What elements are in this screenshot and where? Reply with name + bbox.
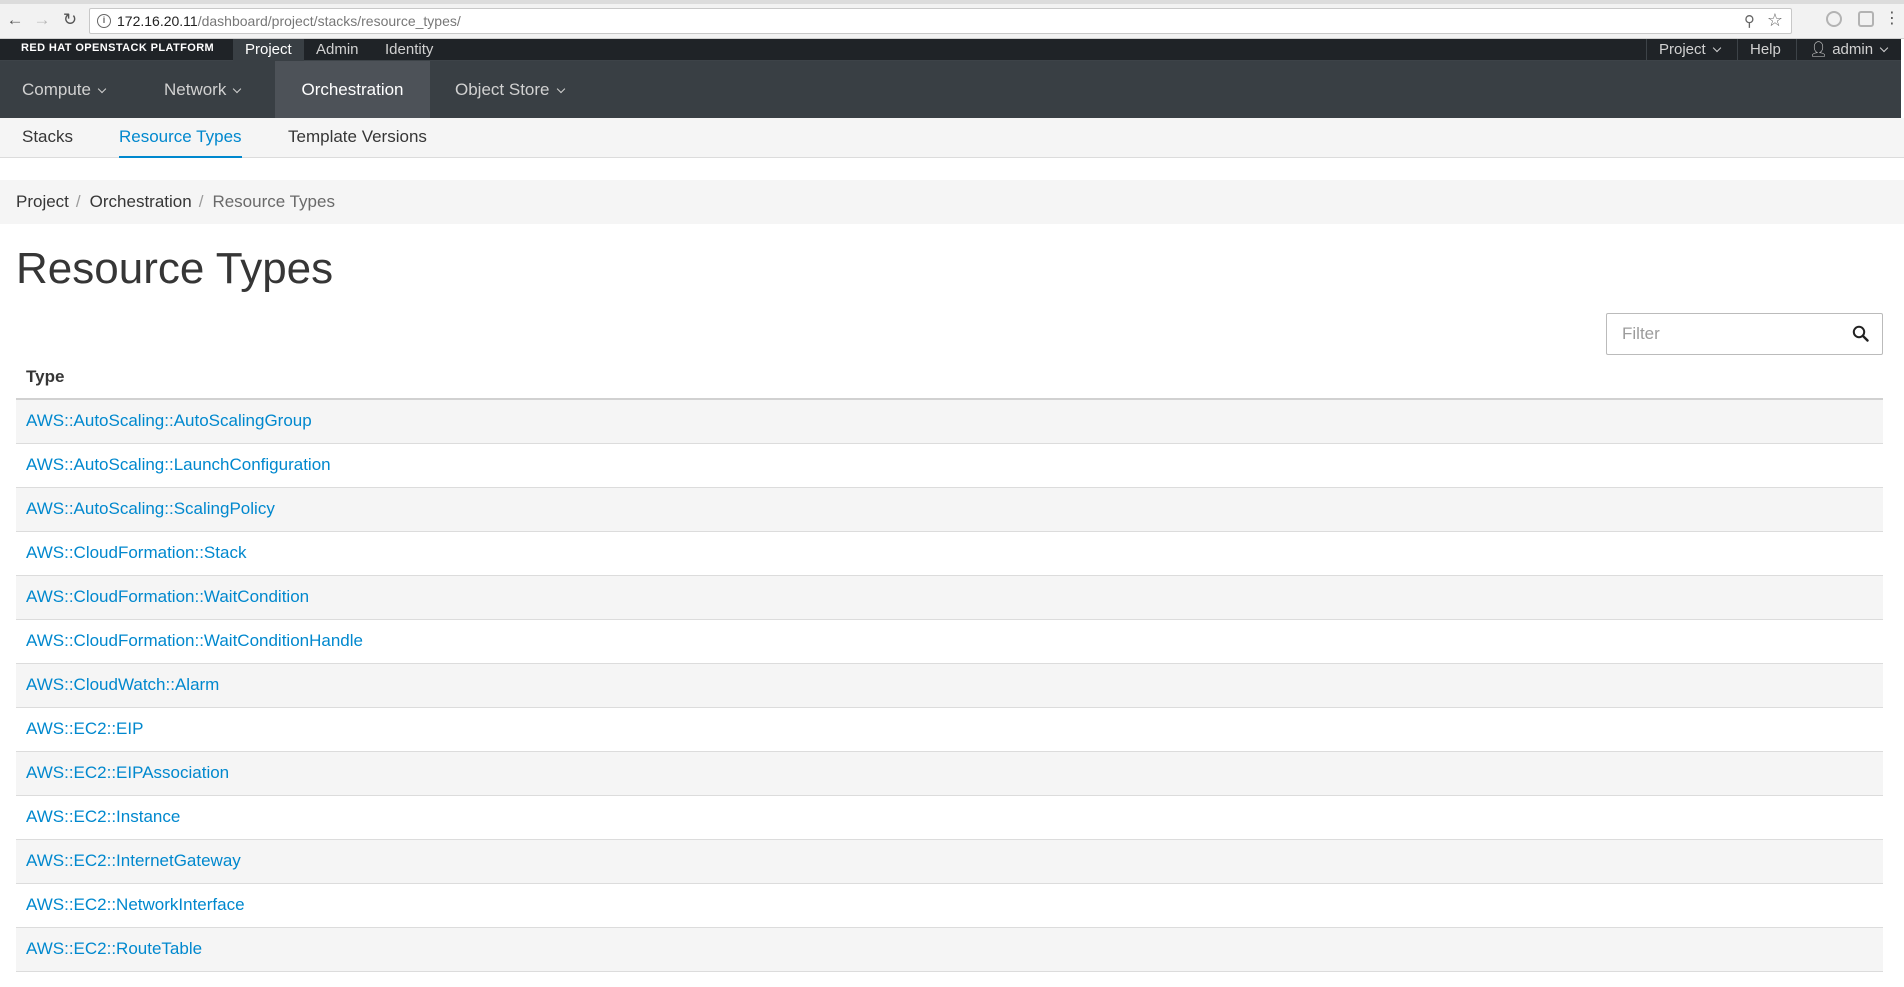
tab-template-versions[interactable]: Template Versions — [288, 118, 427, 158]
table-cell-type: AWS::AutoScaling::ScalingPolicy — [16, 487, 1883, 532]
table-cell-type: AWS::EC2::InternetGateway — [16, 839, 1883, 884]
resource-type-link[interactable]: AWS::CloudWatch::Alarm — [26, 675, 219, 694]
browser-toolbar: ← → ↻ i 172.16.20.11/dashboard/project/s… — [0, 0, 1904, 39]
nav-compute-label: Compute — [22, 80, 91, 99]
back-arrow-icon[interactable]: ← — [4, 9, 26, 31]
resource-type-link[interactable]: AWS::CloudFormation::WaitConditionHandle — [26, 631, 363, 650]
nav-compute[interactable]: Compute — [0, 61, 127, 118]
address-bar[interactable]: i 172.16.20.11/dashboard/project/stacks/… — [89, 8, 1792, 34]
project-menu-label: Project — [1659, 41, 1706, 58]
table-cell-type: AWS::EC2::NetworkInterface — [16, 883, 1883, 928]
table-cell-type: AWS::CloudFormation::WaitCondition — [16, 575, 1883, 620]
address-url[interactable]: 172.16.20.11/dashboard/project/stacks/re… — [117, 13, 461, 29]
extension-icon[interactable] — [1826, 11, 1842, 27]
breadcrumb: Project / Orchestration / Resource Types — [0, 180, 1904, 224]
table-row: AWS::CloudFormation::Stack — [16, 531, 1883, 576]
chevron-down-icon — [556, 84, 565, 94]
resource-type-link[interactable]: AWS::EC2::EIP — [26, 719, 143, 738]
forward-arrow-icon[interactable]: → — [31, 9, 53, 31]
table-header-row: Type — [16, 355, 1883, 400]
chevron-down-icon — [1879, 43, 1889, 53]
table-cell-type: AWS::EC2::EIP — [16, 707, 1883, 752]
resource-type-link[interactable]: AWS::EC2::RouteTable — [26, 939, 202, 958]
resource-types-table: Type AWS::AutoScaling::AutoScalingGroup A… — [16, 355, 1883, 972]
table-cell-type: AWS::AutoScaling::LaunchConfiguration — [16, 443, 1883, 488]
zoom-icon[interactable]: ⚲ — [1744, 12, 1755, 30]
chevron-down-icon — [233, 84, 242, 94]
site-info-icon[interactable]: i — [97, 14, 111, 28]
filter-input[interactable] — [1607, 314, 1839, 354]
nav-network-label: Network — [164, 80, 227, 99]
table-row: AWS::AutoScaling::AutoScalingGroup — [16, 399, 1883, 444]
filter-search-button[interactable] — [1840, 314, 1882, 354]
table-row: AWS::EC2::EIPAssociation — [16, 751, 1883, 796]
browser-tab-strip — [0, 0, 1904, 4]
table-cell-type: AWS::EC2::Instance — [16, 795, 1883, 840]
breadcrumb-separator: / — [75, 192, 81, 211]
tab-resource-types[interactable]: Resource Types — [119, 118, 242, 158]
url-path: /dashboard/project/stacks/resource_types… — [197, 13, 461, 29]
project-menu-dropdown[interactable]: Project — [1646, 39, 1732, 61]
resource-type-link[interactable]: AWS::AutoScaling::ScalingPolicy — [26, 499, 275, 518]
table-row: AWS::EC2::EIP — [16, 707, 1883, 752]
table-body: AWS::AutoScaling::AutoScalingGroupAWS::A… — [16, 399, 1883, 972]
chevron-down-icon — [1712, 43, 1721, 53]
table-row: AWS::AutoScaling::LaunchConfiguration — [16, 443, 1883, 488]
table-cell-type: AWS::EC2::EIPAssociation — [16, 751, 1883, 796]
table-cell-type: AWS::EC2::RouteTable — [16, 927, 1883, 972]
table-row: AWS::EC2::InternetGateway — [16, 839, 1883, 884]
resource-type-link[interactable]: AWS::CloudFormation::WaitCondition — [26, 587, 309, 606]
page-title: Resource Types — [16, 244, 334, 293]
resource-type-link[interactable]: AWS::CloudFormation::Stack — [26, 543, 246, 562]
user-name: admin — [1832, 41, 1874, 58]
user-menu-dropdown[interactable]: 👤︎ admin — [1796, 39, 1899, 61]
brand-logo[interactable]: RED HAT OPENSTACK PLATFORM — [21, 42, 214, 54]
masthead: RED HAT OPENSTACK PLATFORM Project Admin… — [0, 39, 1904, 118]
resource-type-link[interactable]: AWS::EC2::InternetGateway — [26, 851, 241, 870]
table-row: AWS::CloudFormation::WaitConditionHandle — [16, 619, 1883, 664]
nav-object-store-label: Object Store — [455, 80, 550, 99]
table-cell-type: AWS::CloudFormation::WaitConditionHandle — [16, 619, 1883, 664]
table-row: AWS::EC2::NetworkInterface — [16, 883, 1883, 928]
browser-menu-icon[interactable]: ⋮ — [1884, 10, 1900, 28]
tab-project[interactable]: Project — [233, 39, 304, 61]
chevron-down-icon — [97, 84, 107, 94]
help-link[interactable]: Help — [1737, 39, 1793, 61]
nav-object-store[interactable]: Object Store — [433, 61, 586, 118]
bookmark-star-icon[interactable]: ☆ — [1767, 10, 1783, 31]
filter-group — [1606, 313, 1883, 355]
resource-type-link[interactable]: AWS::EC2::Instance — [26, 807, 180, 826]
resource-type-link[interactable]: AWS::AutoScaling::LaunchConfiguration — [26, 455, 331, 474]
user-icon: 👤︎ — [1809, 41, 1829, 58]
resource-type-link[interactable]: AWS::EC2::NetworkInterface — [26, 895, 245, 914]
nav-orchestration[interactable]: Orchestration — [275, 61, 430, 118]
table-row: AWS::CloudFormation::WaitCondition — [16, 575, 1883, 620]
extension-icon[interactable] — [1858, 11, 1874, 27]
breadcrumb-separator: / — [198, 192, 204, 211]
nav-network[interactable]: Network — [142, 61, 262, 118]
utility-bar: RED HAT OPENSTACK PLATFORM Project Admin… — [0, 39, 1904, 61]
breadcrumb-current: Resource Types — [212, 192, 335, 211]
primary-nav: Compute Network Orchestration Object Sto… — [0, 61, 1904, 118]
breadcrumb-project[interactable]: Project — [16, 192, 69, 211]
reload-icon[interactable]: ↻ — [59, 9, 81, 31]
tab-identity[interactable]: Identity — [373, 39, 445, 61]
secondary-nav: Stacks Resource Types Template Versions — [0, 118, 1904, 158]
tab-admin[interactable]: Admin — [304, 39, 371, 61]
table-row: AWS::EC2::Instance — [16, 795, 1883, 840]
table-cell-type: AWS::CloudFormation::Stack — [16, 531, 1883, 576]
search-icon — [1852, 325, 1869, 342]
table-cell-type: AWS::CloudWatch::Alarm — [16, 663, 1883, 708]
resource-type-link[interactable]: AWS::AutoScaling::AutoScalingGroup — [26, 411, 312, 430]
resource-type-link[interactable]: AWS::EC2::EIPAssociation — [26, 763, 229, 782]
column-header-type[interactable]: Type — [16, 355, 1883, 400]
url-host: 172.16.20.11 — [117, 13, 198, 29]
table-row: AWS::AutoScaling::ScalingPolicy — [16, 487, 1883, 532]
breadcrumb-orchestration[interactable]: Orchestration — [90, 192, 192, 211]
table-row: AWS::EC2::RouteTable — [16, 927, 1883, 972]
table-row: AWS::CloudWatch::Alarm — [16, 663, 1883, 708]
tab-stacks[interactable]: Stacks — [22, 118, 73, 158]
table-cell-type: AWS::AutoScaling::AutoScalingGroup — [16, 399, 1883, 444]
